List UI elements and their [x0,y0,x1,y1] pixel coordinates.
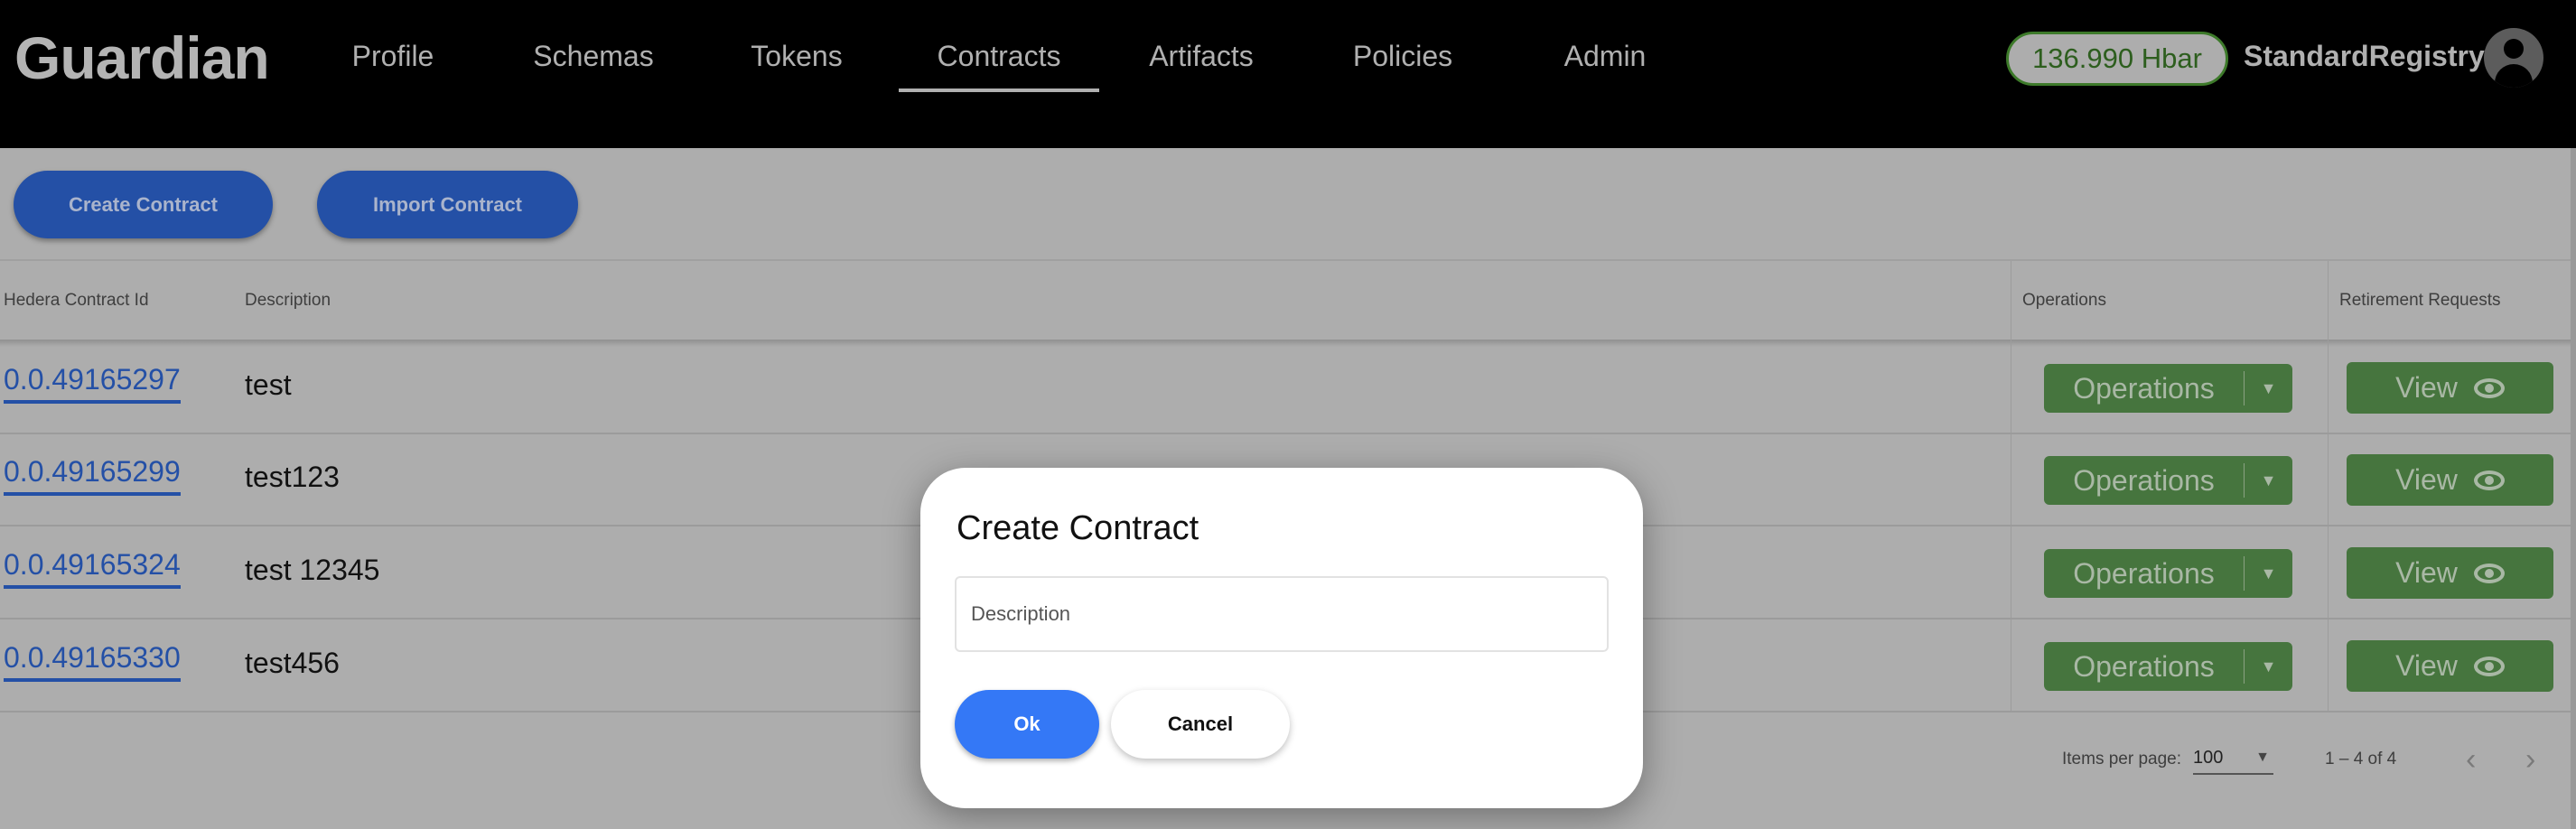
view-button[interactable]: View [2347,547,2553,599]
operations-dropdown-button[interactable]: Operations ▼ [2044,364,2292,413]
chevron-left-icon[interactable]: ‹ [2466,742,2476,778]
balance-badge: 136.990 Hbar [2006,32,2228,86]
contract-id-link[interactable]: 0.0.49165297 [4,363,181,404]
view-button[interactable]: View [2347,454,2553,506]
top-navbar: Guardian Profile Schemas Tokens Contract… [0,0,2576,148]
items-per-page-value: 100 [2193,748,2224,768]
contract-description: test123 [245,461,340,493]
contract-description: test456 [245,647,340,679]
column-header-description: Description [245,290,331,310]
view-label: View [2395,463,2458,496]
eye-icon [2473,656,2505,676]
import-contract-button[interactable]: Import Contract [317,171,578,238]
eye-icon [2473,377,2505,398]
description-input[interactable] [955,576,1609,652]
nav-contracts[interactable]: Contracts [938,40,1061,73]
pagination-range: 1 – 4 of 4 [2325,750,2397,768]
nav-admin[interactable]: Admin [1564,40,1647,73]
scrollbar[interactable] [2571,148,2576,829]
nav-artifacts[interactable]: Artifacts [1149,40,1254,73]
operations-dropdown-button[interactable]: Operations ▼ [2044,642,2292,691]
ok-button[interactable]: Ok [955,690,1099,759]
view-label: View [2395,649,2458,682]
create-contract-dialog: Create Contract Ok Cancel [920,468,1643,808]
operations-label: Operations [2044,371,2245,405]
caret-down-icon[interactable]: ▼ [2245,471,2292,490]
chevron-right-icon[interactable]: › [2525,742,2535,778]
dropdown-arrow-icon: ▼ [2255,750,2270,765]
items-per-page-select[interactable]: 100 ▼ [2193,748,2273,775]
column-header-operations: Operations [2022,290,2106,310]
active-tab-indicator [899,88,1099,92]
nav-profile[interactable]: Profile [352,40,434,73]
create-contract-button[interactable]: Create Contract [14,171,273,238]
items-per-page-label: Items per page: [2062,750,2182,768]
eye-icon [2473,470,2505,490]
caret-down-icon[interactable]: ▼ [2245,657,2292,676]
view-label: View [2395,556,2458,589]
nav-tokens[interactable]: Tokens [751,40,842,73]
username: StandardRegistry [2244,40,2485,72]
contract-id-link[interactable]: 0.0.49165330 [4,641,181,682]
caret-down-icon[interactable]: ▼ [2245,379,2292,398]
operations-label: Operations [2044,649,2245,684]
app-logo[interactable]: Guardian [14,23,270,92]
caret-down-icon[interactable]: ▼ [2245,564,2292,583]
table-row: 0.0.49165297 test Operations ▼ View [0,341,2576,434]
operations-label: Operations [2044,463,2245,498]
account-circle-icon[interactable] [2484,28,2543,88]
operations-dropdown-button[interactable]: Operations ▼ [2044,456,2292,505]
cancel-button[interactable]: Cancel [1111,690,1290,759]
nav-policies[interactable]: Policies [1353,40,1452,73]
divider [0,259,2576,261]
column-header-contract-id: Hedera Contract Id [4,290,149,310]
view-button[interactable]: View [2347,640,2553,692]
operations-dropdown-button[interactable]: Operations ▼ [2044,549,2292,598]
column-header-retirement-requests: Retirement Requests [2339,290,2501,310]
contract-id-link[interactable]: 0.0.49165299 [4,455,181,496]
contract-description: test [245,368,292,401]
view-button[interactable]: View [2347,362,2553,414]
dialog-title: Create Contract [957,509,1199,547]
operations-label: Operations [2044,556,2245,591]
contract-description: test 12345 [245,554,380,586]
contract-id-link[interactable]: 0.0.49165324 [4,548,181,589]
eye-icon [2473,563,2505,583]
view-label: View [2395,371,2458,404]
nav-schemas[interactable]: Schemas [533,40,653,73]
